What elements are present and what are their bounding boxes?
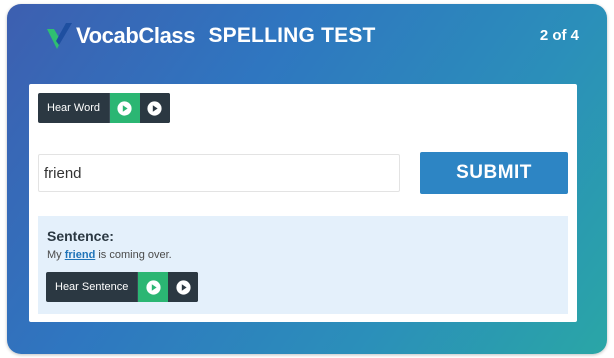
hear-word-button[interactable]: Hear Word	[38, 93, 170, 123]
play-circle-icon	[146, 279, 161, 295]
page-title: SPELLING TEST	[208, 24, 376, 47]
hear-sentence-play-button[interactable]	[138, 272, 169, 302]
play-circle-icon	[176, 279, 191, 295]
sentence-panel: Sentence: My friend is coming over. Hear…	[38, 216, 568, 314]
hear-word-play-button[interactable]	[109, 93, 140, 123]
hear-word-label: Hear Word	[38, 93, 110, 123]
play-circle-icon	[147, 100, 163, 116]
sentence-heading: Sentence:	[47, 228, 114, 244]
play-circle-icon	[117, 100, 133, 116]
hear-word-play-slow-button[interactable]	[139, 93, 170, 123]
header: VocabClass SPELLING TEST 2 of 4	[7, 4, 607, 70]
spelling-test-app: VocabClass SPELLING TEST 2 of 4 Hear Wor…	[7, 4, 607, 354]
sentence-text-after: is coming over.	[95, 249, 172, 261]
test-card: Hear Word SUBMIT Sentence: My friend is …	[29, 84, 577, 322]
hear-sentence-button[interactable]: Hear Sentence	[46, 272, 199, 302]
sentence-text-before: My	[47, 249, 65, 261]
progress-counter: 2 of 4	[539, 27, 579, 44]
hear-sentence-label: Hear Sentence	[46, 272, 139, 302]
sentence-text: My friend is coming over.	[47, 249, 172, 261]
spelling-answer-input[interactable]	[38, 154, 400, 192]
hear-sentence-play-slow-button[interactable]	[168, 272, 199, 302]
submit-button[interactable]: SUBMIT	[420, 152, 568, 194]
sentence-highlighted-word: friend	[64, 249, 96, 261]
